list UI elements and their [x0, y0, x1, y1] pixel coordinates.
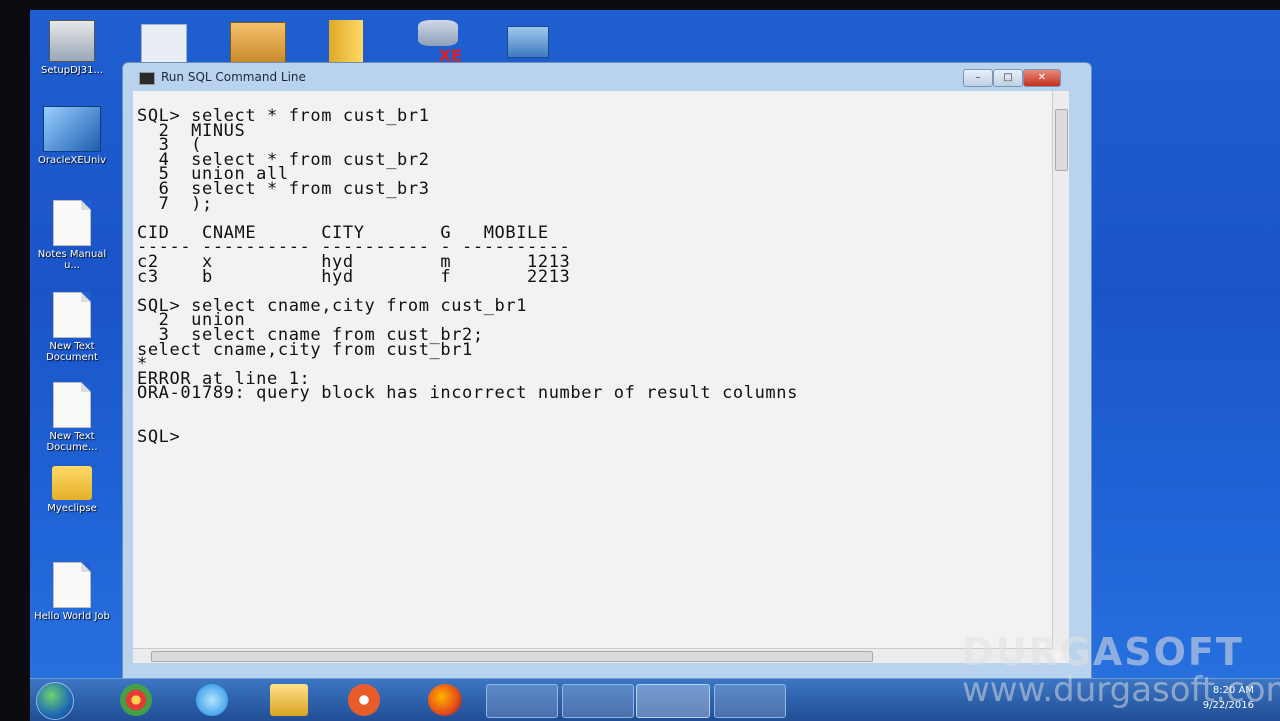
desktop-icon-hello-world[interactable]: Hello World Job — [32, 562, 112, 622]
console-output[interactable]: SQL> select * from cust_br1 2 MINUS 3 ( … — [133, 91, 1069, 663]
paint-icon[interactable] — [562, 684, 634, 718]
sql-command-line-icon[interactable] — [636, 684, 710, 718]
minimize-button[interactable]: – — [963, 69, 993, 87]
vertical-scrollbar[interactable] — [1052, 91, 1069, 651]
oracle-installer-icon — [43, 106, 101, 152]
console-line: select cname,city from cust_br1 — [137, 339, 473, 360]
desktop-icon-new-text-2[interactable]: New Text Docume... — [32, 382, 112, 453]
window-title: Run SQL Command Line — [161, 70, 306, 84]
desktop-icon-label: OracleXEUniv — [37, 155, 107, 166]
media-player-icon[interactable] — [348, 684, 380, 716]
maximize-button[interactable]: □ — [993, 69, 1023, 87]
text-document-icon — [53, 562, 91, 608]
desktop-icon-label: Notes Manual u... — [37, 249, 107, 271]
desktop-icon-setup[interactable]: SetupDJ31... — [32, 20, 112, 76]
desktop-icon-notes[interactable]: Notes Manual u... — [32, 200, 112, 271]
desktop-icon-label: New Text Docume... — [46, 431, 98, 453]
text-document-icon — [53, 382, 91, 428]
start-button[interactable] — [36, 682, 74, 720]
sql-command-line-window: Run SQL Command Line – □ ✕ SQL> select *… — [122, 62, 1092, 684]
window-titlebar[interactable]: Run SQL Command Line – □ ✕ — [123, 63, 1091, 91]
horizontal-scrollbar[interactable] — [133, 648, 1053, 663]
setup-icon — [49, 20, 95, 62]
console-line: 2 MINUS — [137, 120, 246, 141]
console-line: c3 b hyd f 2213 — [137, 266, 571, 287]
document-icon — [53, 200, 91, 246]
desktop-icon-label: SetupDJ31... — [40, 65, 104, 76]
validator-icon[interactable] — [486, 684, 558, 718]
sql-command-line-icon — [139, 72, 155, 85]
desktop-icon-label: Hello World Job — [34, 611, 110, 622]
file-explorer-icon[interactable] — [270, 684, 308, 716]
firefox-icon[interactable] — [428, 684, 462, 716]
network-icon[interactable] — [714, 684, 786, 718]
desktop-icon-label: New Text Document — [46, 341, 98, 363]
console-line: SQL> — [137, 427, 192, 448]
console-line: 6 select * from cust_br3 — [137, 178, 430, 199]
desktop-icon-label: Myeclipse — [47, 503, 97, 514]
watermark-url: www.durgasoft.com — [962, 670, 1280, 710]
console-lines: SQL> select * from cust_br1 2 MINUS 3 ( … — [137, 108, 798, 448]
folder-icon — [52, 466, 92, 500]
chrome-icon[interactable] — [120, 684, 152, 716]
console-line: ORA-01789: query block has incorrect num… — [137, 383, 798, 404]
vertical-scroll-thumb[interactable] — [1055, 109, 1068, 171]
desktop-icon-oracle[interactable]: OracleXEUniv — [32, 106, 112, 166]
desktop-icon-myeclipse[interactable]: Myeclipse — [32, 466, 112, 514]
text-document-icon — [53, 292, 91, 338]
close-button[interactable]: ✕ — [1023, 69, 1061, 87]
watermark-brand: DURGASOFT — [962, 630, 1244, 674]
horizontal-scroll-thumb[interactable] — [151, 651, 873, 662]
desktop-icon-new-text-1[interactable]: New Text Document — [32, 292, 112, 363]
internet-explorer-icon[interactable] — [196, 684, 228, 716]
